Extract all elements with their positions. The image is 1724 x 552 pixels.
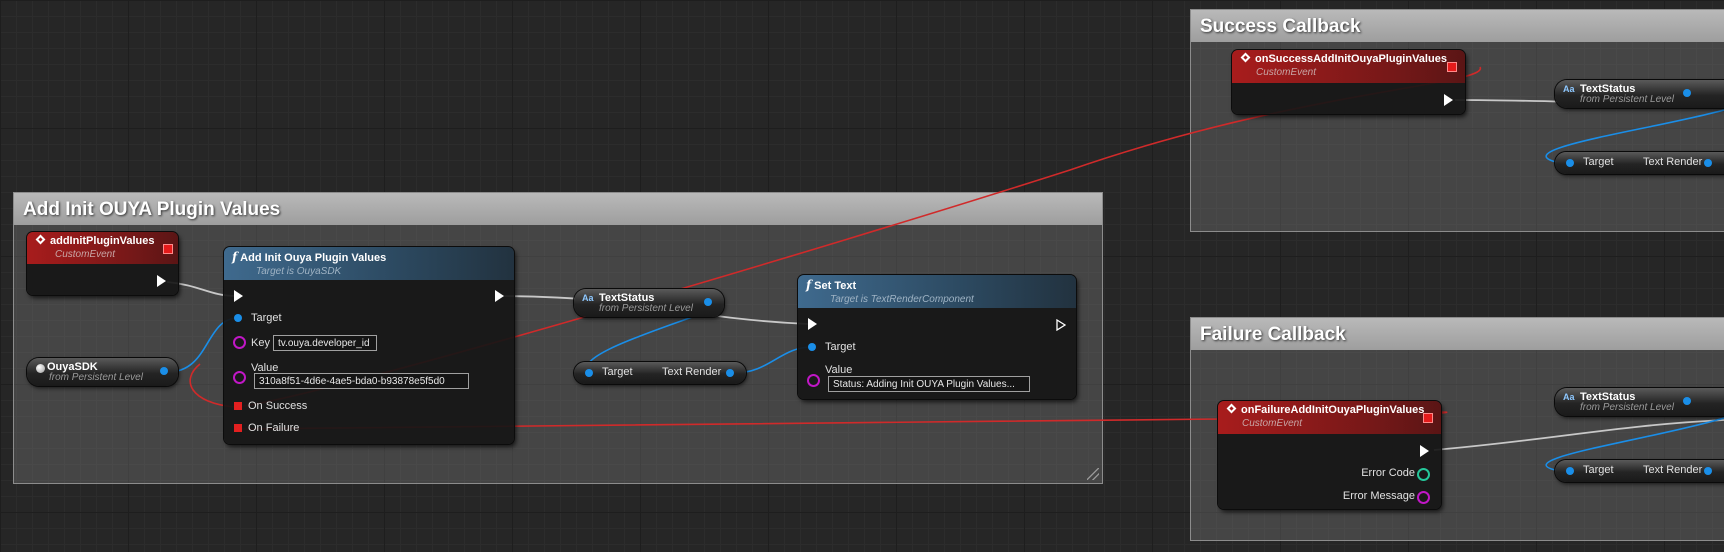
- delegate-pin[interactable]: [163, 244, 173, 254]
- target-label: Target: [602, 366, 633, 378]
- exec-arrow-icon: [1056, 318, 1067, 332]
- exec-out-pin[interactable]: [1420, 445, 1429, 457]
- target-label: Target: [251, 312, 282, 324]
- exec-out-pin[interactable]: [157, 275, 166, 287]
- object-out-pin[interactable]: [1683, 89, 1691, 97]
- node-subtitle: from Persistent Level: [599, 303, 693, 314]
- node-subtitle: Target is OuyaSDK: [256, 266, 342, 277]
- node-title: Add Init Ouya Plugin Values: [240, 252, 387, 264]
- node-subtitle: Target is TextRenderComponent: [830, 294, 974, 305]
- success-text-render-node[interactable]: Target Text Render: [1555, 152, 1724, 174]
- node-subtitle: from Persistent Level: [1580, 402, 1674, 413]
- event-diamond-icon: [35, 234, 46, 245]
- text-status-node[interactable]: Aa TextStatus from Persistent Level: [574, 289, 724, 317]
- text-variable-icon: Aa: [1563, 84, 1575, 94]
- text-render-label: Text Render: [662, 366, 722, 378]
- node-subtitle: CustomEvent: [55, 249, 116, 260]
- node-subtitle: CustomEvent: [1242, 418, 1303, 429]
- value-input[interactable]: 310a8f51-4d6e-4ae5-bda0-b93878e5f5d0: [254, 373, 469, 389]
- on-failure-label: On Failure: [248, 422, 300, 434]
- object-out-pin[interactable]: [160, 367, 168, 375]
- on-success-pin[interactable]: [234, 402, 242, 410]
- target-pin[interactable]: [234, 314, 242, 322]
- set-text-node[interactable]: f Set Text Target is TextRenderComponent …: [798, 275, 1076, 399]
- delegate-pin[interactable]: [1447, 62, 1457, 72]
- text-render-label: Text Render: [1643, 464, 1703, 476]
- target-pin[interactable]: [1566, 467, 1574, 475]
- exec-in-pin[interactable]: [808, 318, 817, 330]
- text-render-node[interactable]: Target Text Render: [574, 362, 746, 384]
- target-label: Target: [1583, 464, 1614, 476]
- exec-in-pin[interactable]: [234, 290, 243, 302]
- target-label: Target: [1583, 156, 1614, 168]
- delegate-pin[interactable]: [1423, 413, 1433, 423]
- event-diamond-icon: [1226, 403, 1237, 414]
- success-event-node[interactable]: onSuccessAddInitOuyaPluginValues CustomE…: [1232, 50, 1465, 114]
- ouyasdk-node[interactable]: OuyaSDK from Persistent Level: [27, 358, 178, 386]
- error-code-label: Error Code: [1361, 467, 1415, 479]
- value-pin[interactable]: [807, 374, 820, 387]
- failure-event-node[interactable]: onFailureAddInitOuyaPluginValues CustomE…: [1218, 401, 1441, 509]
- target-pin[interactable]: [808, 343, 816, 351]
- node-title: onFailureAddInitOuyaPluginValues: [1241, 404, 1425, 416]
- exec-out-pin[interactable]: [1444, 94, 1453, 106]
- add-init-function-node[interactable]: f Add Init Ouya Plugin Values Target is O…: [224, 247, 514, 444]
- function-f-icon: f: [806, 278, 812, 292]
- text-render-label: Text Render: [1643, 156, 1703, 168]
- node-subtitle: from Persistent Level: [49, 372, 143, 383]
- target-pin[interactable]: [585, 369, 593, 377]
- failure-text-render-node[interactable]: Target Text Render: [1555, 460, 1724, 482]
- success-text-status-node[interactable]: Aa TextStatus from Persistent Level: [1555, 80, 1724, 108]
- exec-out-pin[interactable]: [1056, 318, 1067, 332]
- node-title: onSuccessAddInitOuyaPluginValues: [1255, 53, 1447, 65]
- node-title: addInitPluginValues: [50, 235, 155, 247]
- object-ball-icon: [36, 364, 45, 373]
- value-label: Value: [825, 364, 853, 376]
- object-out-pin[interactable]: [726, 369, 734, 377]
- on-success-label: On Success: [248, 400, 308, 412]
- error-message-label: Error Message: [1342, 490, 1415, 502]
- target-label: Target: [825, 341, 856, 353]
- node-title: Set Text: [814, 280, 857, 292]
- value-input[interactable]: Status: Adding Init OUYA Plugin Values..…: [828, 376, 1030, 392]
- key-pin[interactable]: [233, 336, 246, 349]
- failure-text-status-node[interactable]: Aa TextStatus from Persistent Level: [1555, 388, 1724, 416]
- add-init-event-node[interactable]: addInitPluginValues CustomEvent: [27, 232, 178, 295]
- key-input[interactable]: tv.ouya.developer_id: [273, 335, 377, 351]
- event-diamond-icon: [1240, 52, 1251, 63]
- object-out-pin[interactable]: [1704, 467, 1712, 475]
- exec-wire-failure: [1433, 419, 1724, 451]
- object-out-pin[interactable]: [704, 298, 712, 306]
- on-failure-pin[interactable]: [234, 424, 242, 432]
- node-subtitle: from Persistent Level: [1580, 94, 1674, 105]
- object-out-pin[interactable]: [1683, 397, 1691, 405]
- text-variable-icon: Aa: [1563, 392, 1575, 402]
- text-variable-icon: Aa: [582, 293, 594, 303]
- value-pin[interactable]: [233, 371, 246, 384]
- function-f-icon: f: [232, 250, 238, 264]
- key-label: Key: [251, 337, 270, 349]
- error-message-pin[interactable]: [1417, 491, 1430, 504]
- node-subtitle: CustomEvent: [1256, 67, 1317, 78]
- object-out-pin[interactable]: [1704, 159, 1712, 167]
- target-pin[interactable]: [1566, 159, 1574, 167]
- exec-out-pin[interactable]: [495, 290, 504, 302]
- error-code-pin[interactable]: [1417, 468, 1430, 481]
